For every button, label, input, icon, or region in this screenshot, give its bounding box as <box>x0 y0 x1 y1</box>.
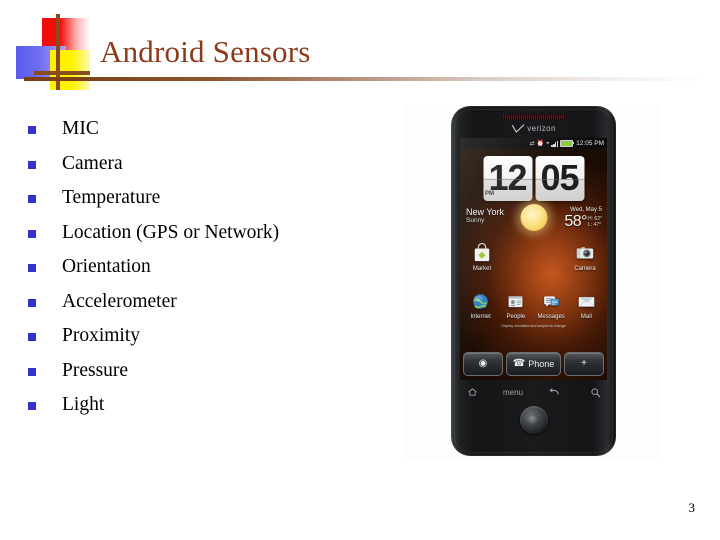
bullet-square-icon <box>28 229 36 238</box>
bullet-square-icon <box>28 160 36 169</box>
optical-trackpad[interactable] <box>519 406 548 434</box>
phone-handset-icon: ☎ <box>512 358 526 369</box>
home-app-row-top: Market Camera <box>460 242 607 272</box>
phone-dock-label: Phone <box>528 359 555 369</box>
message-icon <box>540 290 562 312</box>
app-label: People <box>506 314 526 320</box>
phone-screen[interactable]: ⇄ ⏰ ⌖ 12:05 PM PM 12 05 New York Sunny W… <box>460 138 607 380</box>
app-shortcut-market[interactable]: Market <box>467 242 497 272</box>
list-item-label: Pressure <box>62 359 129 381</box>
bullet-square-icon <box>28 264 36 273</box>
app-drawer-icon: ◉ <box>478 358 488 369</box>
list-item-label: Light <box>62 394 105 416</box>
clock-minutes-card: 05 <box>535 156 584 201</box>
signal-strength-icon <box>551 140 559 147</box>
app-shortcut-messages[interactable]: Messages <box>536 290 566 320</box>
bullet-square-icon <box>28 298 36 307</box>
envelope-icon <box>575 290 597 312</box>
clock-hours: 12 <box>488 156 527 198</box>
weather-low: L: 47° <box>588 222 602 228</box>
list-item-label: Proximity <box>62 325 141 347</box>
search-button[interactable] <box>586 386 604 398</box>
list-item-label: Camera <box>62 152 123 174</box>
sensor-list: MIC Camera Temperature Location (GPS or … <box>28 112 388 423</box>
home-dock: ◉ ☎ Phone + <box>463 352 604 376</box>
list-item: Pressure <box>28 354 388 389</box>
bluetooth-icon: ⌖ <box>546 140 550 147</box>
app-shortcut-mail[interactable]: Mail <box>571 290 601 320</box>
title-divider <box>24 77 702 81</box>
status-bar: ⇄ ⏰ ⌖ 12:05 PM <box>460 138 607 149</box>
menu-button[interactable]: menu <box>503 386 523 398</box>
alarm-icon: ⏰ <box>536 140 545 147</box>
home-button[interactable] <box>463 386 481 398</box>
back-button[interactable] <box>545 386 563 398</box>
clock-widget[interactable]: PM 12 05 <box>483 156 584 201</box>
bullet-square-icon <box>28 402 36 411</box>
app-shortcut-people[interactable]: People <box>501 290 531 320</box>
list-item: Temperature <box>28 181 388 216</box>
app-shortcut-camera[interactable]: Camera <box>570 242 600 272</box>
slide: Android Sensors MIC Camera Temperature L… <box>0 0 720 540</box>
weather-temp-row: 58° H: 62° L: 47° <box>564 214 602 230</box>
plus-icon: + <box>581 358 587 369</box>
phone-body: verizon ⇄ ⏰ ⌖ 12:05 PM PM 12 05 New York… <box>451 106 616 456</box>
app-label: Camera <box>574 266 596 272</box>
verizon-checkmark-icon <box>511 124 524 133</box>
list-item: Location (GPS or Network) <box>28 216 388 251</box>
phone-illustration: verizon ⇄ ⏰ ⌖ 12:05 PM PM 12 05 New York… <box>405 104 660 460</box>
contacts-icon <box>505 290 527 312</box>
app-label: Internet <box>470 314 491 320</box>
list-item: Proximity <box>28 319 388 354</box>
app-drawer-button[interactable]: ◉ <box>463 352 503 376</box>
page-title: Android Sensors <box>100 34 311 69</box>
trackpad-inner <box>527 413 540 427</box>
sync-icon: ⇄ <box>529 140 535 147</box>
globe-icon <box>470 290 492 312</box>
bullet-square-icon <box>28 333 36 342</box>
weather-location: New York Sunny <box>466 207 504 225</box>
bullet-square-icon <box>28 195 36 204</box>
hardware-nav-keys: menu <box>463 386 604 398</box>
phone-dock-button[interactable]: ☎ Phone <box>506 352 561 376</box>
sun-icon <box>520 204 547 231</box>
list-item-label: Orientation <box>62 256 151 278</box>
list-item-label: Location (GPS or Network) <box>62 221 280 243</box>
status-bar-time: 12:05 PM <box>576 140 604 147</box>
weather-readout: Wed, May 5 58° H: 62° L: 47° <box>564 206 602 230</box>
add-shortcut-button[interactable]: + <box>564 352 604 376</box>
earpiece-speaker-grille <box>500 114 567 120</box>
list-item: MIC <box>28 112 388 147</box>
list-item: Camera <box>28 147 388 182</box>
battery-icon <box>560 140 575 147</box>
app-label: Mail <box>580 314 592 320</box>
decoration-horizontal-line <box>34 71 90 75</box>
bullet-square-icon <box>28 126 36 135</box>
camera-icon <box>574 242 596 264</box>
app-shortcut-internet[interactable]: Internet <box>466 290 496 320</box>
carrier-brand: verizon <box>511 124 556 133</box>
weather-temperature: 58° <box>564 213 588 230</box>
clock-minutes: 05 <box>540 156 579 198</box>
home-app-row-bottom: Internet People Messages Mail <box>460 290 607 320</box>
page-number: 3 <box>688 500 696 515</box>
weather-condition: Sunny <box>466 217 485 224</box>
clock-hours-card: PM 12 <box>483 156 532 201</box>
list-item: Orientation <box>28 250 388 285</box>
app-label: Market <box>472 266 492 272</box>
list-item-label: MIC <box>62 118 99 140</box>
carrier-name: verizon <box>527 124 556 133</box>
list-item-label: Temperature <box>62 187 161 209</box>
app-label: Messages <box>537 314 565 320</box>
list-item: Light <box>28 388 388 423</box>
weather-high-low: H: 62° L: 47° <box>588 214 602 228</box>
list-item-label: Accelerometer <box>62 290 177 312</box>
weather-city: New York <box>466 207 505 217</box>
bullet-square-icon <box>28 367 36 376</box>
shopping-bag-icon <box>471 242 493 264</box>
screen-disclaimer: Display simulated and subject to change <box>501 324 566 328</box>
list-item: Accelerometer <box>28 285 388 320</box>
